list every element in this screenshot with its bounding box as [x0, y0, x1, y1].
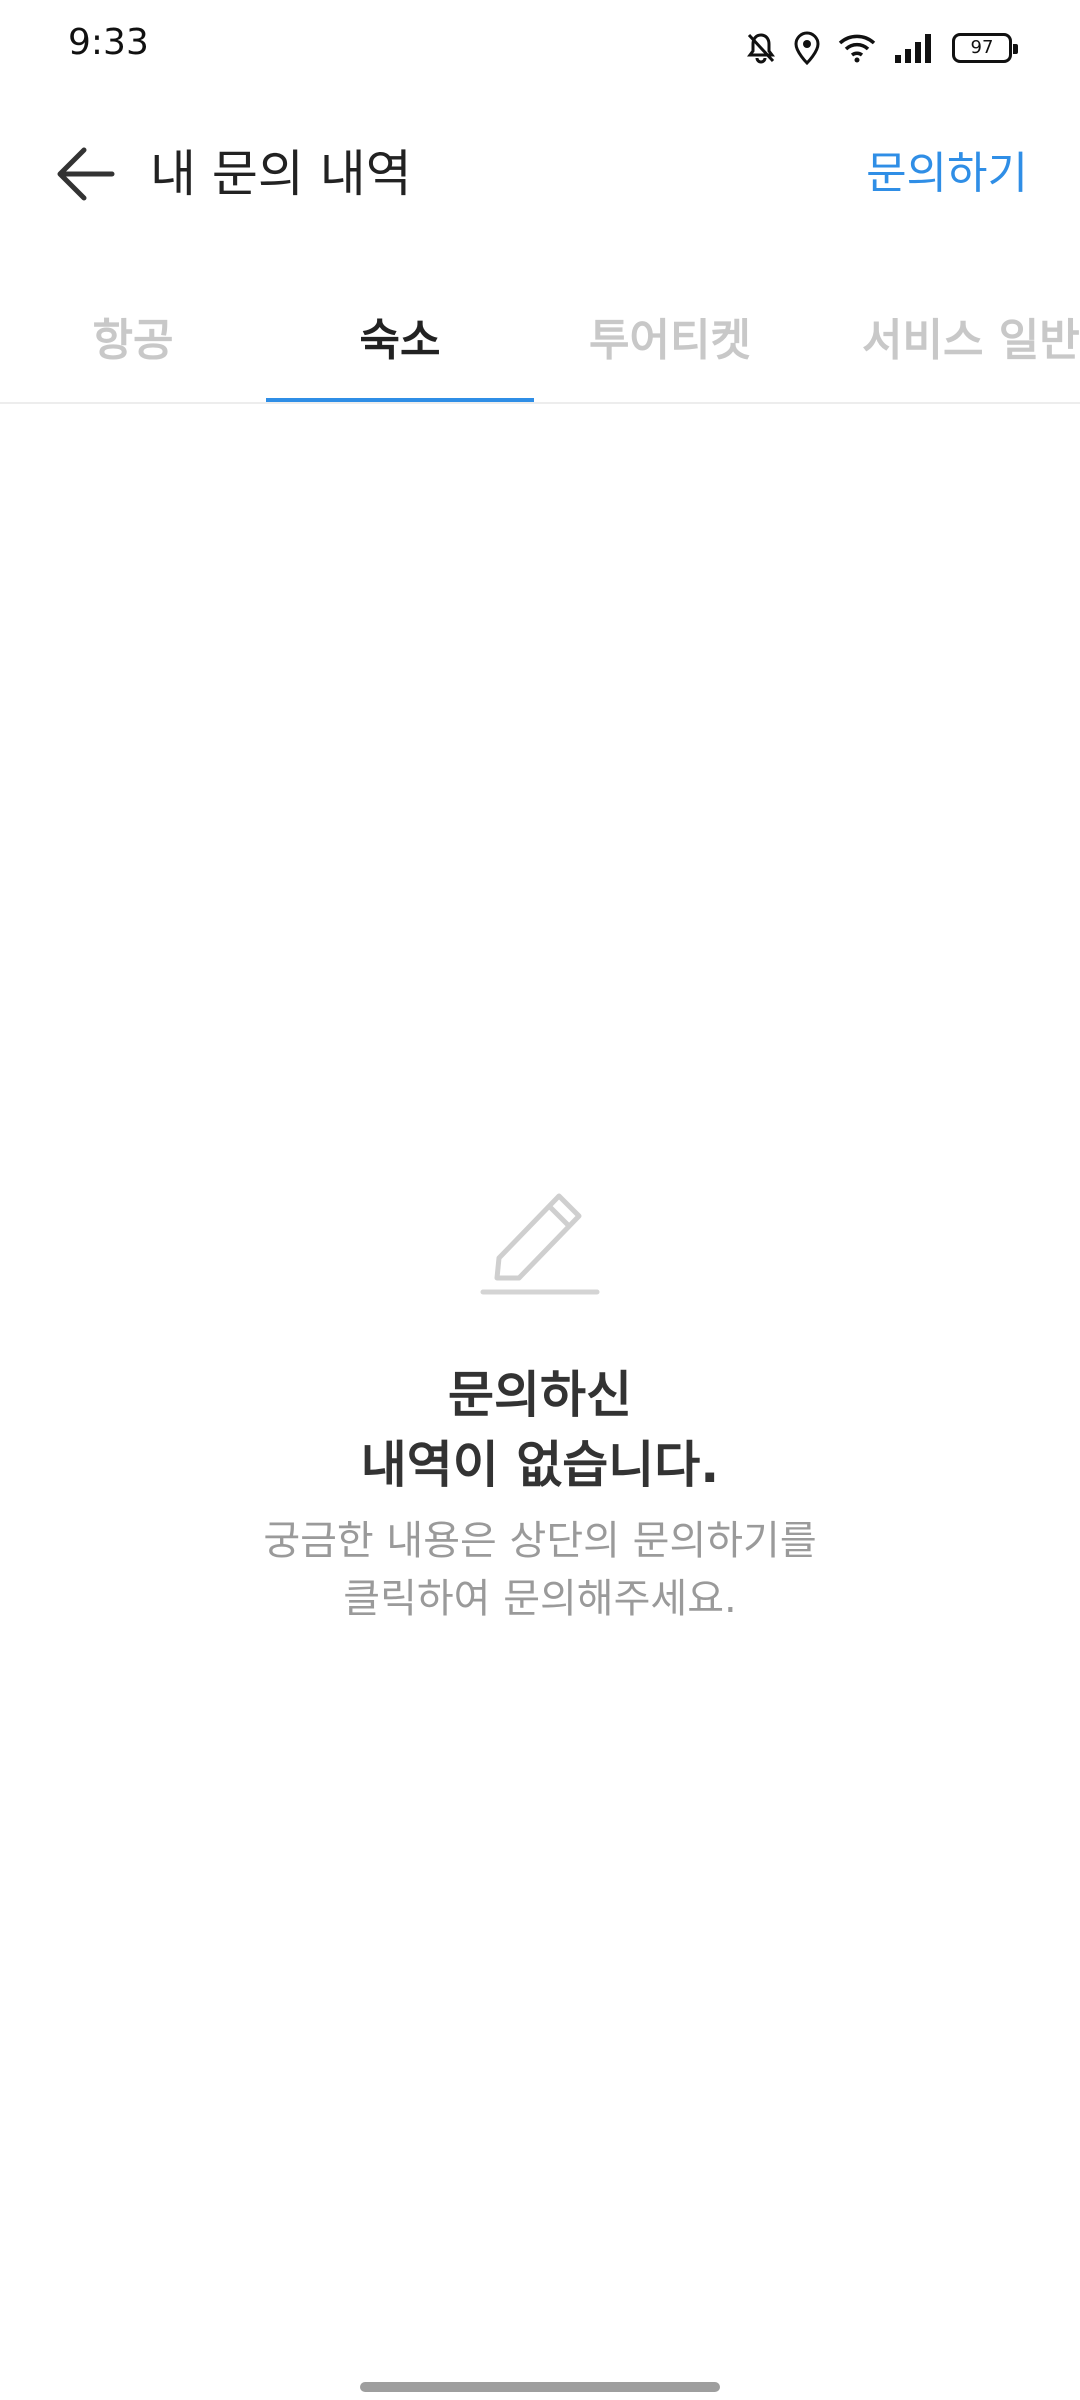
page-title: 내 문의 내역 [150, 145, 412, 203]
tab-bar: 항공 숙소 투어티켓 서비스 일반 [0, 270, 1080, 404]
empty-state: 문의하신 내역이 없습니다. 궁금한 내용은 상단의 문의하기를 클릭하여 문의… [0, 1180, 1080, 1628]
tab-flights[interactable]: 항공 [0, 270, 266, 402]
empty-title-line1: 문의하신 [448, 1366, 632, 1424]
battery-level: 97 [970, 37, 994, 58]
wifi-icon [838, 34, 876, 63]
battery-icon: 97 [952, 33, 1018, 63]
home-indicator[interactable] [360, 2382, 720, 2392]
screen: 9:33 97 내 문의 내역 문의하기 항공 숙소 투어티켓 서비스 일반 문… [0, 0, 1080, 2400]
empty-desc-line1: 궁금한 내용은 상단의 문의하기를 [263, 1518, 817, 1564]
signal-icon [895, 34, 931, 63]
tab-general-service[interactable]: 서비스 일반 [830, 270, 1080, 402]
location-icon [794, 31, 820, 65]
tab-accommodation[interactable]: 숙소 [266, 270, 534, 402]
empty-title-line2: 내역이 없습니다. [360, 1436, 720, 1494]
back-button[interactable] [50, 138, 122, 210]
arrow-left-icon [57, 147, 115, 201]
empty-title: 문의하신 내역이 없습니다. [0, 1360, 1080, 1500]
empty-desc-line2: 클릭하여 문의해주세요. [343, 1576, 737, 1622]
status-bar: 9:33 97 [0, 0, 1080, 96]
tab-tour-tickets[interactable]: 투어티켓 [534, 270, 806, 402]
empty-description: 궁금한 내용은 상단의 문의하기를 클릭하여 문의해주세요. [0, 1512, 1080, 1628]
mute-bell-icon [747, 33, 775, 64]
inquire-button[interactable]: 문의하기 [866, 138, 1028, 210]
status-icons: 97 [746, 26, 1018, 70]
status-time: 9:33 [68, 22, 149, 63]
header: 내 문의 내역 문의하기 [0, 96, 1080, 246]
pencil-icon [480, 1193, 600, 1295]
